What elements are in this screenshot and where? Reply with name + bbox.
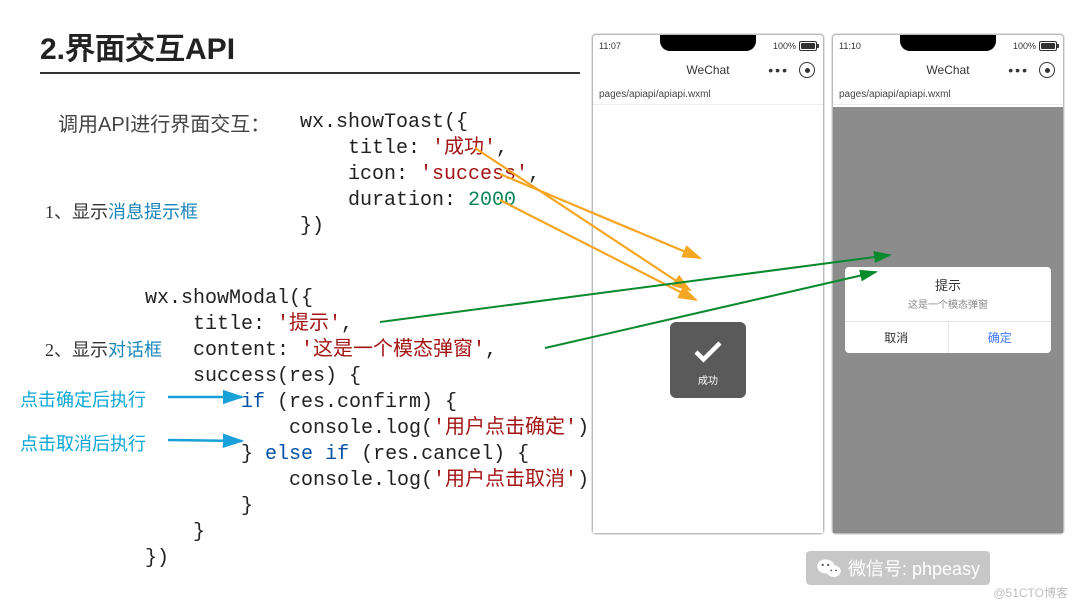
modal-title: 提示 [845,267,1051,296]
modal-content: 这是一个模态弹窗 [845,296,1051,321]
modal-cancel-button[interactable]: 取消 [845,322,949,353]
status-battery-pct: 100% [773,41,796,51]
list2-prefix: 2、显示 [45,340,108,360]
toast-label: 成功 [698,372,718,387]
notch [900,35,996,51]
close-mini-icon[interactable] [799,62,815,78]
status-battery-pct: 100% [1013,41,1036,51]
code-showmodal: wx.showModal({ title: '提示', content: '这是… [145,286,589,572]
page-path: pages/apiapi/apiapi.wxml [833,85,1063,105]
phone-preview-modal: 11:10 100% WeChat ••• pages/apiapi/apiap… [832,34,1064,534]
more-icon[interactable]: ••• [768,62,789,78]
list1-prefix: 1、显示 [45,202,108,222]
modal-dialog: 提示 这是一个模态弹窗 取消 确定 [845,267,1051,353]
app-bar: WeChat ••• [833,55,1063,85]
success-check-icon [690,334,726,370]
phone-preview-toast: 11:07 100% WeChat ••• pages/apiapi/apiap… [592,34,824,534]
code-showtoast: wx.showToast({ title: '成功', icon: 'succe… [300,110,540,240]
toast: 成功 [670,322,746,398]
wechat-icon [816,557,842,579]
close-mini-icon[interactable] [1039,62,1055,78]
app-title: WeChat [926,63,969,77]
list1-keyword: 消息提示框 [108,202,198,222]
status-time: 11:07 [599,41,621,51]
wechat-footer: 微信号: phpeasy [806,551,990,585]
status-time: 11:10 [839,41,861,51]
page-path: pages/apiapi/apiapi.wxml [593,85,823,105]
battery-icon [1039,41,1057,51]
callout-confirm: 点击确定后执行 [20,386,146,412]
app-bar: WeChat ••• [593,55,823,85]
attribution: @51CTO博客 [993,584,1068,601]
more-icon[interactable]: ••• [1008,62,1029,78]
callout-cancel: 点击取消后执行 [20,430,146,456]
subtitle: 调用API进行界面交互： [58,108,270,137]
section-title: 2.界面交互API [40,24,235,68]
phone-body: 成功 [593,107,823,533]
app-title: WeChat [686,63,729,77]
modal-ok-button[interactable]: 确定 [949,322,1052,353]
notch [660,35,756,51]
modal-buttons: 取消 确定 [845,321,1051,353]
battery-icon [799,41,817,51]
divider [40,72,580,74]
phone-body: 提示 这是一个模态弹窗 取消 确定 [833,107,1063,533]
wechat-label: 微信号: phpeasy [848,555,980,581]
list-item-1: 1、显示消息提示框 [45,198,198,224]
